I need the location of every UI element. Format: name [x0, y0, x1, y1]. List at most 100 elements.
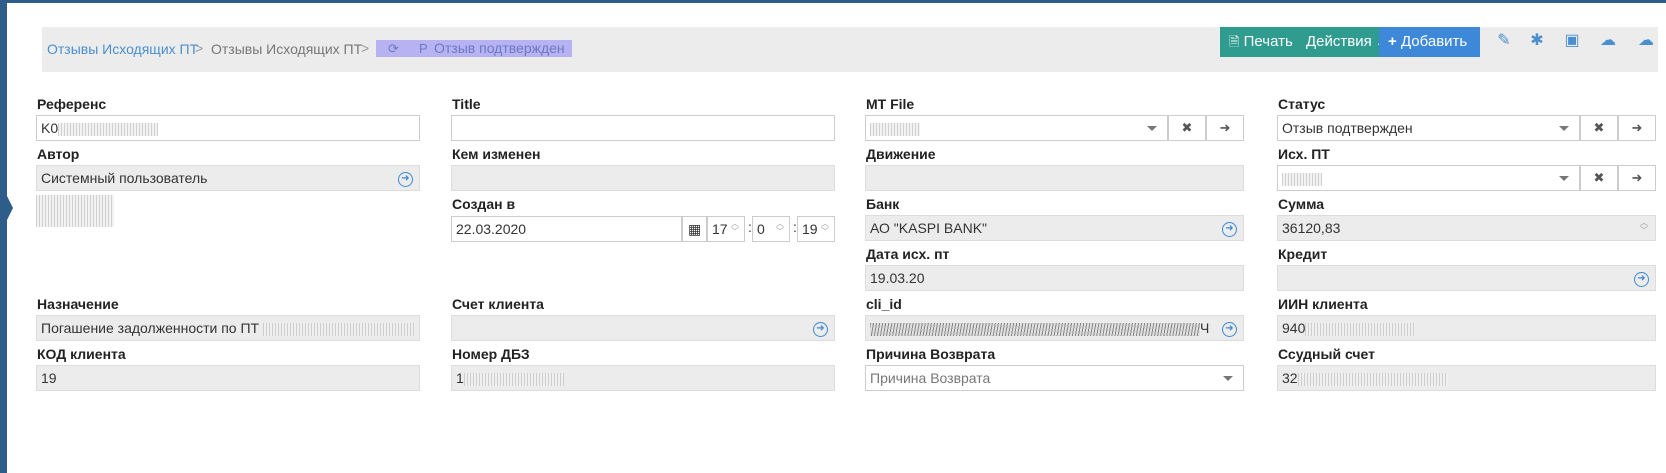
client-account-label: Счет клиента [452, 296, 544, 312]
go-to-arrow-icon[interactable]: ➜ [398, 172, 413, 187]
stepper-arrows-icon[interactable]: ︿ ﹀ [773, 220, 787, 238]
reference-value: K0 [41, 120, 59, 136]
print-button-label: Печать [1243, 33, 1293, 50]
status-select[interactable]: Отзыв подтвержден [1277, 115, 1580, 141]
credit-field[interactable]: ➜ [1277, 265, 1656, 291]
cli-id-value: Ч [1200, 320, 1210, 336]
plus-icon: + [1388, 33, 1397, 50]
go-to-arrow-icon[interactable]: ➜ [813, 322, 828, 337]
client-iin-value: 940 [1282, 320, 1306, 336]
return-reason-select[interactable]: Причина Возврата [865, 365, 1244, 391]
go-to-arrow-icon[interactable]: ➜ [1634, 272, 1649, 287]
cli-id-field[interactable]: Ч ➜ [865, 315, 1244, 341]
stepper-arrows-icon[interactable]: ︿ ﹀ [818, 220, 832, 238]
go-to-arrow-icon[interactable]: ➜ [1618, 165, 1656, 191]
return-reason-placeholder: Причина Возврата [870, 370, 991, 386]
redacted-image [36, 195, 114, 227]
redacted-text [262, 322, 415, 336]
created-at-label: Создан в [452, 196, 516, 212]
hour-stepper[interactable]: 17 ︿ ﹀ [707, 216, 745, 242]
status-value: Отзыв подтвержден [1282, 120, 1413, 136]
edit-icon[interactable]: ✎ [1492, 30, 1516, 50]
add-button-label: Добавить [1400, 33, 1468, 50]
briefcase-icon[interactable]: ▣ [1560, 30, 1584, 50]
breadcrumb-item[interactable]: Отзывы Исходящих ПТ [211, 41, 362, 57]
asterisk-icon[interactable]: ✱ [1525, 30, 1549, 50]
breadcrumb-separator: > [361, 40, 370, 56]
created-date-input[interactable]: 22.03.2020 [451, 216, 682, 242]
title-label: Title [452, 96, 481, 112]
changed-by-field[interactable] [451, 165, 835, 191]
title-input[interactable] [451, 115, 835, 141]
chevron-down-icon[interactable] [1559, 176, 1569, 181]
outgoing-pt-select[interactable] [1277, 165, 1580, 191]
chevron-down-icon[interactable] [1559, 126, 1569, 131]
credit-label: Кредит [1278, 246, 1328, 262]
amount-label: Сумма [1278, 196, 1325, 212]
dbz-number-field[interactable]: 1 [451, 365, 835, 391]
action-button-group: 🗎 Печать Действия ⌄ [1220, 27, 1384, 57]
stepper-arrows-icon[interactable]: ︿ ﹀ [1637, 219, 1651, 237]
clear-icon[interactable]: ✖ [1580, 115, 1618, 141]
bank-field[interactable]: АО "KASPI BANK" ➜ [865, 215, 1244, 241]
purpose-field[interactable]: Погашение задолженности по ПТ [36, 315, 420, 341]
status-label: Статус [1278, 96, 1326, 112]
outgoing-pt-label: Исх. ПТ [1278, 146, 1330, 162]
purpose-value: Погашение задолженности по ПТ [41, 320, 260, 336]
left-sidebar-edge [0, 0, 7, 473]
second-stepper[interactable]: 19 ︿ ﹀ [797, 216, 835, 242]
amount-field[interactable]: 36120,83 ︿ ﹀ [1277, 215, 1656, 241]
top-border [0, 0, 1666, 3]
go-to-arrow-icon[interactable]: ➜ [1618, 115, 1656, 141]
paragraph-icon: P [419, 41, 428, 56]
calendar-icon[interactable]: ▦ [682, 216, 707, 242]
minute-stepper[interactable]: 0 ︿ ﹀ [752, 216, 790, 242]
bank-value: АО "KASPI BANK" [870, 220, 988, 236]
breadcrumb-separator: > [195, 40, 204, 56]
cloud-upload-icon[interactable]: ☁ [1634, 30, 1658, 50]
outgoing-date-field[interactable]: 19.03.20 [865, 265, 1244, 291]
chevron-down-icon[interactable] [1147, 126, 1157, 131]
chevron-down-icon[interactable] [1223, 376, 1233, 381]
print-button[interactable]: 🗎 Печать [1229, 27, 1293, 57]
cloud-download-icon[interactable]: ☁ [1596, 30, 1620, 50]
redacted-text [1305, 322, 1416, 336]
client-account-field[interactable]: ➜ [451, 315, 835, 341]
changed-by-label: Кем изменен [452, 146, 541, 162]
outgoing-date-label: Дата исх. пт [866, 246, 950, 262]
go-to-arrow-icon[interactable]: ➜ [1222, 222, 1237, 237]
purpose-label: Назначение [37, 296, 119, 312]
author-field[interactable]: Системный пользователь ➜ [36, 165, 420, 191]
redacted-text [870, 122, 920, 136]
clear-icon[interactable]: ✖ [1168, 115, 1206, 141]
dbz-number-value: 1 [456, 370, 464, 386]
breadcrumb-current-label: Отзыв подтвержден [434, 40, 565, 56]
amount-value: 36120,83 [1282, 220, 1341, 236]
breadcrumb-link-list[interactable]: Отзывы Исходящих ПТ [47, 41, 198, 57]
author-label: Автор [37, 146, 80, 162]
bank-label: Банк [866, 196, 900, 212]
hour-value: 17 [712, 221, 728, 237]
redacted-text [870, 322, 1200, 336]
reference-input[interactable]: K0 [36, 115, 420, 141]
client-iin-field[interactable]: 940 [1277, 315, 1656, 341]
movement-label: Движение [866, 146, 936, 162]
second-value: 19 [802, 221, 818, 237]
return-reason-label: Причина Возврата [866, 346, 996, 362]
sidebar-toggle-notch[interactable] [7, 196, 13, 220]
client-code-label: КОД клиента [37, 346, 126, 362]
refresh-icon[interactable]: ⟳ [388, 40, 399, 57]
mt-file-select[interactable] [865, 115, 1168, 141]
actions-dropdown[interactable]: Действия ⌄ [1306, 27, 1384, 57]
go-to-arrow-icon[interactable]: ➜ [1206, 115, 1244, 141]
clear-icon[interactable]: ✖ [1580, 165, 1618, 191]
movement-field[interactable] [865, 165, 1244, 191]
client-code-field[interactable]: 19 [36, 365, 420, 391]
stepper-arrows-icon[interactable]: ︿ ﹀ [728, 220, 742, 238]
dbz-number-label: Номер ДБЗ [452, 346, 530, 362]
add-button[interactable]: + Добавить [1379, 27, 1480, 57]
outgoing-date-value: 19.03.20 [870, 270, 925, 286]
loan-account-field[interactable]: 32 [1277, 365, 1656, 391]
breadcrumb-current: ⟳ P Отзыв подтвержден [376, 40, 572, 57]
go-to-arrow-icon[interactable]: ➜ [1222, 322, 1237, 337]
